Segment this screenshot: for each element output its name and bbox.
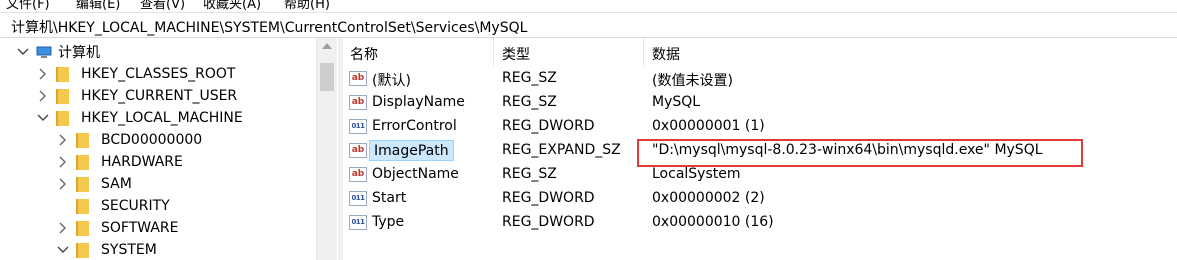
chevron-down-icon[interactable] xyxy=(36,111,50,125)
value-data: (数值未设置) xyxy=(652,73,733,89)
value-row[interactable]: ab (默认) REG_SZ (数值未设置) xyxy=(343,67,1177,91)
tree-item-hkey-current-user[interactable]: HKEY_CURRENT_USER xyxy=(36,85,237,107)
chevron-down-icon[interactable] xyxy=(16,45,30,59)
registry-tree: 计算机 HKEY_CLASSES_ROOT HKEY_CURRENT_USER … xyxy=(0,38,337,260)
value-name: DisplayName xyxy=(372,94,465,110)
folder-icon xyxy=(76,154,89,170)
value-data: 0x00000010 (16) xyxy=(652,214,774,230)
selected-value-name[interactable]: ImagePath xyxy=(369,140,454,161)
binary-value-icon: 011 xyxy=(349,119,367,134)
tree-item-label: SOFTWARE xyxy=(101,220,179,236)
tree-item-bcd[interactable]: BCD00000000 xyxy=(56,129,202,151)
value-type: REG_DWORD xyxy=(502,118,595,134)
tree-item-label: BCD00000000 xyxy=(101,132,203,148)
scroll-thumb[interactable] xyxy=(320,63,334,91)
value-type: REG_DWORD xyxy=(502,214,595,230)
tree-scrollbar[interactable] xyxy=(316,38,337,260)
chevron-right-icon[interactable] xyxy=(56,221,70,235)
column-header-data[interactable]: 数据 xyxy=(652,44,680,64)
chevron-right-icon[interactable] xyxy=(36,67,50,81)
tree-item-software[interactable]: SOFTWARE xyxy=(56,217,179,239)
value-name: ObjectName xyxy=(372,166,459,182)
value-data: 0x00000002 (2) xyxy=(652,190,765,206)
tree-item-label: SYSTEM xyxy=(101,242,157,258)
value-row[interactable]: 011 Type REG_DWORD 0x00000010 (16) xyxy=(343,211,1177,235)
value-name: ErrorControl xyxy=(372,118,457,134)
tree-item-label: HKEY_LOCAL_MACHINE xyxy=(81,110,243,126)
value-data: 0x00000001 (1) xyxy=(652,118,765,134)
folder-icon xyxy=(76,198,89,214)
value-type: REG_EXPAND_SZ xyxy=(502,142,621,158)
binary-value-icon: 011 xyxy=(349,191,367,206)
tree-item-label: HKEY_CLASSES_ROOT xyxy=(81,66,236,82)
chevron-down-icon[interactable] xyxy=(56,243,70,257)
value-data: MySQL xyxy=(652,94,701,110)
value-row[interactable]: 011 Start REG_DWORD 0x00000002 (2) xyxy=(343,187,1177,211)
value-name: (默认) xyxy=(372,73,411,89)
highlight-annotation-box xyxy=(637,139,1083,167)
address-bar[interactable]: 计算机\HKEY_LOCAL_MACHINE\SYSTEM\CurrentCon… xyxy=(0,12,1177,38)
value-row[interactable]: 011 ErrorControl REG_DWORD 0x00000001 (1… xyxy=(343,115,1177,139)
column-divider[interactable] xyxy=(643,38,644,66)
values-list: 名称 类型 数据 ab (默认) REG_SZ (数值未设置) ab Displ… xyxy=(343,38,1177,260)
chevron-right-icon[interactable] xyxy=(36,89,50,103)
folder-icon xyxy=(76,242,89,258)
tree-item-security[interactable]: SECURITY xyxy=(56,195,170,217)
string-value-icon: ab xyxy=(349,143,367,158)
value-name: Start xyxy=(372,190,407,206)
value-row[interactable]: ab DisplayName REG_SZ MySQL xyxy=(343,91,1177,115)
folder-icon xyxy=(56,88,69,104)
menu-favorites[interactable]: 收藏夹(A) xyxy=(203,0,261,10)
list-header: 名称 类型 数据 xyxy=(343,38,1177,66)
scroll-up-arrow-icon[interactable] xyxy=(322,43,332,49)
string-value-icon: ab xyxy=(349,95,367,110)
folder-icon xyxy=(76,220,89,236)
value-type: REG_SZ xyxy=(502,70,557,86)
value-data: LocalSystem xyxy=(652,166,741,182)
chevron-right-icon[interactable] xyxy=(56,155,70,169)
tree-item-label: SECURITY xyxy=(101,198,170,214)
menu-file[interactable]: 文件(F) xyxy=(6,0,50,10)
binary-value-icon: 011 xyxy=(349,215,367,230)
column-divider[interactable] xyxy=(493,38,494,66)
folder-icon xyxy=(56,66,69,82)
menu-bar: 文件(F) 编辑(E) 查看(V) 收藏夹(A) 帮助(H) xyxy=(0,0,1177,10)
chevron-right-icon[interactable] xyxy=(56,133,70,147)
column-header-type[interactable]: 类型 xyxy=(502,44,530,64)
menu-view[interactable]: 查看(V) xyxy=(140,0,185,10)
folder-icon xyxy=(76,132,89,148)
tree-item-label: 计算机 xyxy=(58,45,100,61)
chevron-right-icon[interactable] xyxy=(56,177,70,191)
menu-edit[interactable]: 编辑(E) xyxy=(76,0,120,10)
menu-help[interactable]: 帮助(H) xyxy=(284,0,330,10)
tree-item-hkey-classes-root[interactable]: HKEY_CLASSES_ROOT xyxy=(36,63,235,85)
value-name: Type xyxy=(372,214,405,230)
address-path[interactable]: 计算机\HKEY_LOCAL_MACHINE\SYSTEM\CurrentCon… xyxy=(11,17,527,37)
value-type: REG_DWORD xyxy=(502,190,595,206)
tree-item-hardware[interactable]: HARDWARE xyxy=(56,151,183,173)
value-type: REG_SZ xyxy=(502,94,557,110)
tree-item-label: SAM xyxy=(101,176,132,192)
column-header-name[interactable]: 名称 xyxy=(350,44,378,64)
folder-icon xyxy=(76,176,89,192)
string-value-icon: ab xyxy=(349,71,367,86)
value-type: REG_SZ xyxy=(502,166,557,182)
folder-icon xyxy=(56,110,69,126)
tree-item-label: HARDWARE xyxy=(101,154,183,170)
computer-icon xyxy=(36,46,52,59)
tree-item-sam[interactable]: SAM xyxy=(56,173,132,195)
tree-item-system[interactable]: SYSTEM xyxy=(56,239,157,260)
tree-item-label: HKEY_CURRENT_USER xyxy=(81,88,238,104)
tree-item-hkey-local-machine[interactable]: HKEY_LOCAL_MACHINE xyxy=(36,107,243,129)
string-value-icon: ab xyxy=(349,167,367,182)
tree-item-computer[interactable]: 计算机 xyxy=(16,41,100,63)
no-expander xyxy=(56,199,70,213)
value-name: ImagePath xyxy=(374,142,449,159)
